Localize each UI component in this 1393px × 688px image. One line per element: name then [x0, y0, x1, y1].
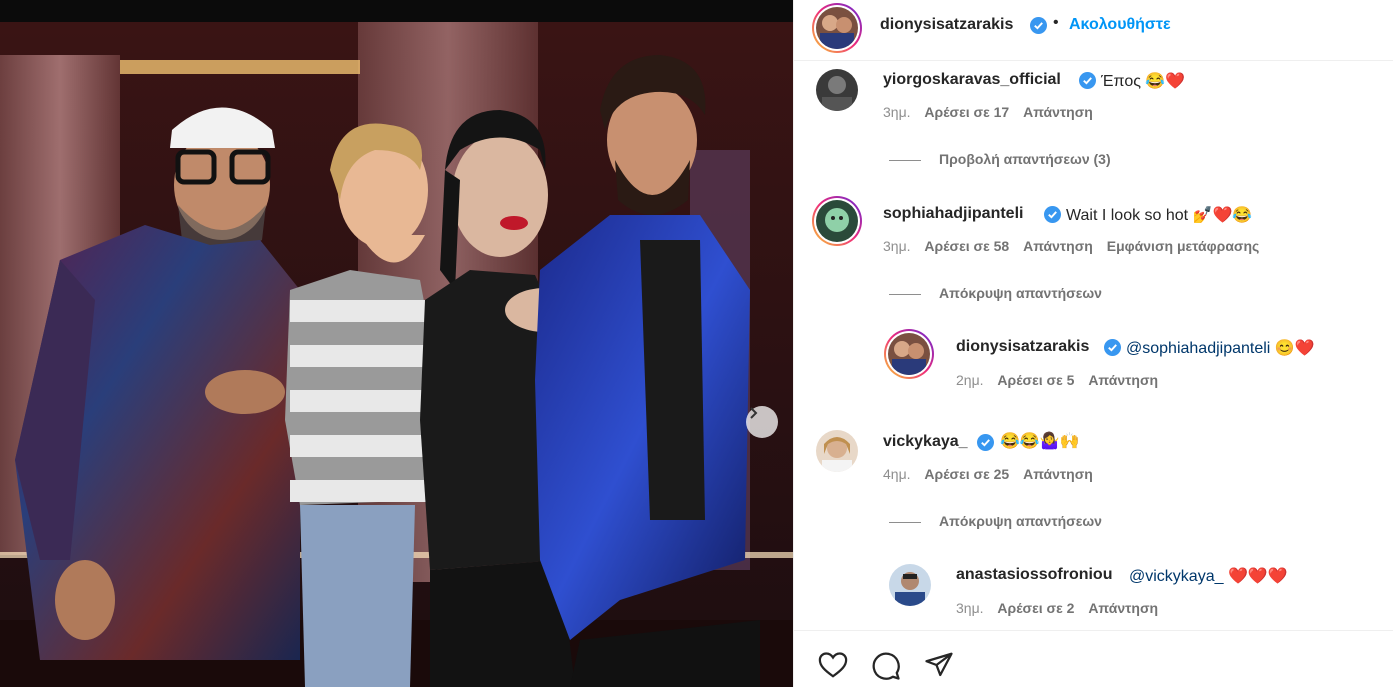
next-photo-button[interactable]	[746, 406, 778, 438]
verified-icon	[1079, 72, 1096, 89]
comment-text: Wait I look so hot 💅❤️😂	[1066, 207, 1253, 224]
verified-icon	[1044, 206, 1061, 223]
reply-meta: 2ημ. Αρέσει σε 5 Απάντηση	[956, 372, 1168, 388]
toggle-label: Απόκρυψη απαντήσεων	[939, 285, 1102, 301]
comment-time: 3ημ.	[883, 238, 911, 254]
reply-mention[interactable]: @sophiahadjipanteli	[1126, 340, 1270, 357]
comment-avatar[interactable]	[816, 69, 858, 111]
post-image-illustration	[0, 22, 793, 687]
translate-button[interactable]: Εμφάνιση μετάφρασης	[1107, 238, 1260, 254]
comment-avatar[interactable]	[812, 196, 862, 246]
comments-panel: dionysisatzarakis • Ακολουθήστε yiorgosk…	[793, 0, 1393, 687]
reply-text: @sophiahadjipanteli 😊❤️	[1126, 338, 1315, 358]
reply-time: 3ημ.	[956, 600, 984, 616]
comment-meta: 4ημ. Αρέσει σε 25 Απάντηση	[883, 466, 1103, 482]
reply-meta: 3ημ. Αρέσει σε 2 Απάντηση	[956, 600, 1168, 616]
comment-avatar[interactable]	[816, 430, 858, 472]
toggle-line	[889, 159, 921, 161]
toggle-label: Απόκρυψη απαντήσεων	[939, 513, 1102, 529]
header-divider	[794, 60, 1393, 61]
toggle-line	[889, 293, 921, 295]
comment-text: Έπος 😂❤️	[1101, 73, 1186, 90]
comment-username[interactable]: vickykaya_	[883, 433, 968, 451]
follow-button[interactable]: Ακολουθήστε	[1069, 16, 1171, 34]
reply-mention[interactable]: @vickykaya_	[1129, 568, 1224, 585]
comment-meta: 3ημ. Αρέσει σε 58 Απάντηση Εμφάνιση μετά…	[883, 238, 1269, 254]
author-username[interactable]: dionysisatzarakis	[880, 16, 1013, 34]
comment-avatar-image	[816, 200, 858, 242]
comment-likes[interactable]: Αρέσει σε 25	[924, 466, 1009, 482]
reply-button[interactable]: Απάντηση	[1023, 466, 1093, 482]
comment-time: 4ημ.	[883, 466, 911, 482]
hide-replies-button[interactable]: Απόκρυψη απαντήσεων	[889, 285, 1102, 301]
reply-button[interactable]: Απάντηση	[1023, 104, 1093, 120]
reply-avatar[interactable]	[884, 329, 934, 379]
reply-body: ❤️❤️❤️	[1223, 568, 1288, 585]
comment-text: 😂😂🤷‍♀️🙌	[1000, 433, 1080, 450]
reply-likes[interactable]: Αρέσει σε 2	[997, 600, 1074, 616]
hide-replies-button[interactable]: Απόκρυψη απαντήσεων	[889, 513, 1102, 529]
view-replies-button[interactable]: Προβολή απαντήσεων (3)	[889, 151, 1111, 167]
reply-username[interactable]: anastasiossofroniou	[956, 566, 1112, 584]
post-header: dionysisatzarakis • Ακολουθήστε	[794, 0, 1393, 56]
reply-button[interactable]: Απάντηση	[1088, 600, 1158, 616]
reply-likes[interactable]: Αρέσει σε 5	[997, 372, 1074, 388]
share-icon[interactable]	[924, 651, 954, 679]
toggle-label: Προβολή απαντήσεων (3)	[939, 151, 1111, 167]
comment-username[interactable]: sophiahadjipanteli	[883, 205, 1023, 223]
comment-time: 3ημ.	[883, 104, 911, 120]
post-photo[interactable]	[0, 0, 793, 687]
reply-username[interactable]: dionysisatzarakis	[956, 338, 1089, 356]
post-actions-bar	[794, 630, 1393, 688]
reply-button[interactable]: Απάντηση	[1023, 238, 1093, 254]
comment-likes[interactable]: Αρέσει σε 58	[924, 238, 1009, 254]
author-avatar-image	[816, 7, 858, 49]
reply-time: 2ημ.	[956, 372, 984, 388]
chevron-right-icon	[750, 407, 758, 419]
verified-icon	[1104, 339, 1121, 356]
comment-meta: 3ημ. Αρέσει σε 17 Απάντηση	[883, 104, 1103, 120]
comment-icon[interactable]	[871, 651, 901, 681]
header-separator: •	[1053, 14, 1059, 31]
reply-text: @vickykaya_ ❤️❤️❤️	[1129, 566, 1288, 586]
verified-icon	[977, 434, 994, 451]
verified-icon	[1030, 17, 1047, 34]
author-avatar[interactable]	[812, 3, 862, 53]
comment-likes[interactable]: Αρέσει σε 17	[924, 104, 1009, 120]
reply-body: 😊❤️	[1270, 340, 1315, 357]
reply-avatar[interactable]	[889, 564, 931, 606]
toggle-line	[889, 521, 921, 523]
heart-icon[interactable]	[818, 651, 848, 679]
reply-button[interactable]: Απάντηση	[1088, 372, 1158, 388]
reply-avatar-image	[888, 333, 930, 375]
comment-username[interactable]: yiorgoskaravas_official	[883, 71, 1061, 89]
